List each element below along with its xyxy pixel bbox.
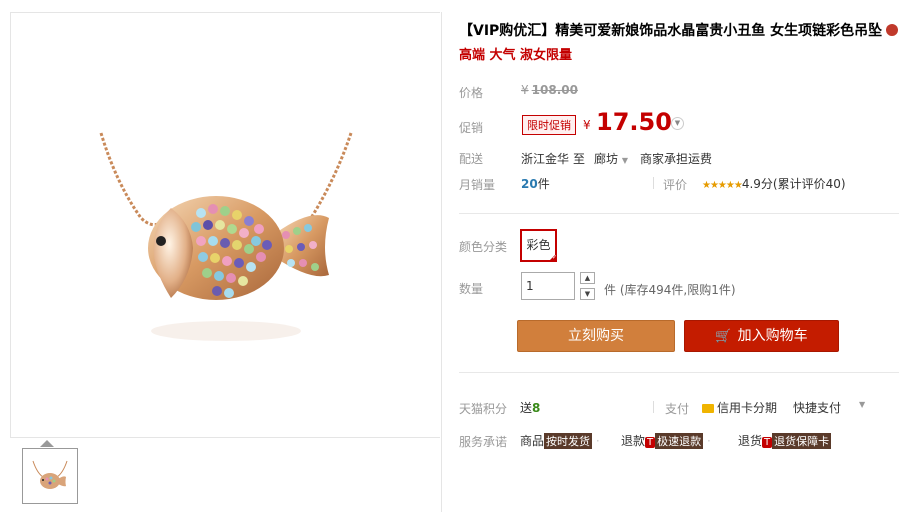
chevron-down-icon: ▼ bbox=[621, 156, 628, 165]
buy-now-button[interactable]: 立刻购买 bbox=[517, 320, 675, 352]
promo-tag: 限时促销 bbox=[522, 115, 576, 135]
price-label: 价格 bbox=[459, 86, 484, 100]
service-dot: · bbox=[595, 434, 600, 448]
add-to-cart-label: 加入购物车 bbox=[737, 328, 808, 344]
shipping-note: 商家承担运费 bbox=[640, 152, 713, 166]
quantity-up-button[interactable]: ▲ bbox=[580, 272, 595, 284]
fish-necklace-image bbox=[99, 132, 353, 341]
service-label: 服务承诺 bbox=[459, 435, 508, 449]
product-title-text: 【VIP购优汇】精美可爱新娘饰品水晶富贵小丑鱼 女生项链彩色吊坠 bbox=[459, 23, 883, 39]
service-item-return[interactable]: 退货 T 退货保障卡 bbox=[738, 432, 832, 449]
fast-refund-tag: 极速退款 bbox=[655, 433, 704, 449]
rating-text: 4.9分(累计评价40) bbox=[741, 177, 846, 191]
points-prefix: 送 bbox=[520, 401, 533, 415]
quantity-input[interactable]: 1 bbox=[521, 272, 575, 300]
shipping-to-word: 至 bbox=[573, 152, 586, 166]
payment-dropdown-icon[interactable]: ▼ bbox=[859, 400, 865, 409]
seal-icon bbox=[886, 24, 899, 36]
star-rating-icon: ★★★★★ bbox=[702, 180, 743, 191]
original-price-value: 108.00 bbox=[531, 83, 578, 97]
tmall-t-icon: T bbox=[645, 437, 656, 448]
divider-2 bbox=[459, 372, 899, 373]
shipping-destination[interactable]: 廊坊 ▼ bbox=[594, 150, 628, 167]
points-value: 送8 bbox=[520, 399, 540, 416]
product-subtitle: 高端 大气 淑女限量 bbox=[459, 48, 573, 63]
service-item-ontime[interactable]: 商品 按时发货 · bbox=[520, 432, 600, 449]
service-dot: · bbox=[706, 434, 711, 448]
tmall-t-icon: T bbox=[762, 437, 773, 448]
stock-note: 件 (库存494件,限购1件) bbox=[604, 283, 736, 297]
points-number: 8 bbox=[532, 401, 541, 415]
cart-icon: 🛒 bbox=[715, 329, 732, 344]
service-item-refund-label: 退款 bbox=[621, 434, 646, 448]
promo-currency: ¥ bbox=[583, 118, 591, 132]
sales-divider bbox=[653, 177, 654, 189]
quick-pay[interactable]: 快捷支付 bbox=[793, 399, 841, 416]
sales-count-unit: 件 bbox=[537, 177, 550, 191]
shipping-from: 浙江金华 bbox=[521, 152, 570, 166]
column-divider bbox=[441, 12, 442, 512]
thumbnail-image[interactable] bbox=[22, 448, 78, 504]
check-mark-icon: ✓ bbox=[552, 254, 558, 261]
original-price: ¥108.00 bbox=[521, 83, 578, 97]
thumbnail-selected-caret bbox=[40, 440, 54, 447]
divider-1 bbox=[459, 213, 899, 214]
credit-installment[interactable]: 信用卡分期 bbox=[702, 399, 777, 416]
promo-price: 17.50 bbox=[596, 108, 672, 136]
points-label: 天猫积分 bbox=[459, 402, 508, 416]
original-price-currency: ¥ bbox=[521, 83, 529, 97]
credit-card-icon bbox=[702, 404, 714, 413]
credit-installment-label: 信用卡分期 bbox=[717, 401, 778, 415]
service-item-ontime-label: 商品 bbox=[520, 434, 545, 448]
sales-count: 20件 bbox=[521, 175, 550, 192]
qty-label: 数量 bbox=[459, 282, 484, 296]
product-title: 【VIP购优汇】精美可爱新娘饰品水晶富贵小丑鱼 女生项链彩色吊坠 bbox=[459, 20, 899, 40]
service-item-refund[interactable]: 退款 T 极速退款 · bbox=[621, 432, 711, 449]
product-image-panel bbox=[10, 12, 440, 438]
quantity-down-button[interactable]: ▼ bbox=[580, 288, 595, 300]
shipping-label: 配送 bbox=[459, 152, 484, 166]
payment-divider bbox=[653, 401, 654, 413]
payment-label: 支付 bbox=[665, 402, 690, 416]
sales-label: 月销量 bbox=[459, 178, 496, 192]
service-item-return-label: 退货 bbox=[738, 434, 763, 448]
rating-label: 评价 bbox=[663, 178, 688, 192]
ontime-tag: 按时发货 bbox=[544, 433, 593, 449]
promo-dropdown-icon[interactable]: ▼ bbox=[671, 117, 684, 130]
add-to-cart-button[interactable]: 🛒 加入购物车 bbox=[684, 320, 839, 352]
thumbnail-fish-icon bbox=[32, 460, 68, 489]
shipping-destination-text: 廊坊 bbox=[594, 152, 619, 166]
color-label: 颜色分类 bbox=[459, 240, 508, 254]
promo-label: 促销 bbox=[459, 121, 484, 135]
return-card-tag: 退货保障卡 bbox=[772, 433, 832, 449]
sales-count-value: 20 bbox=[521, 177, 538, 191]
rating[interactable]: ★★★★★4.9分(累计评价40) bbox=[702, 175, 846, 192]
